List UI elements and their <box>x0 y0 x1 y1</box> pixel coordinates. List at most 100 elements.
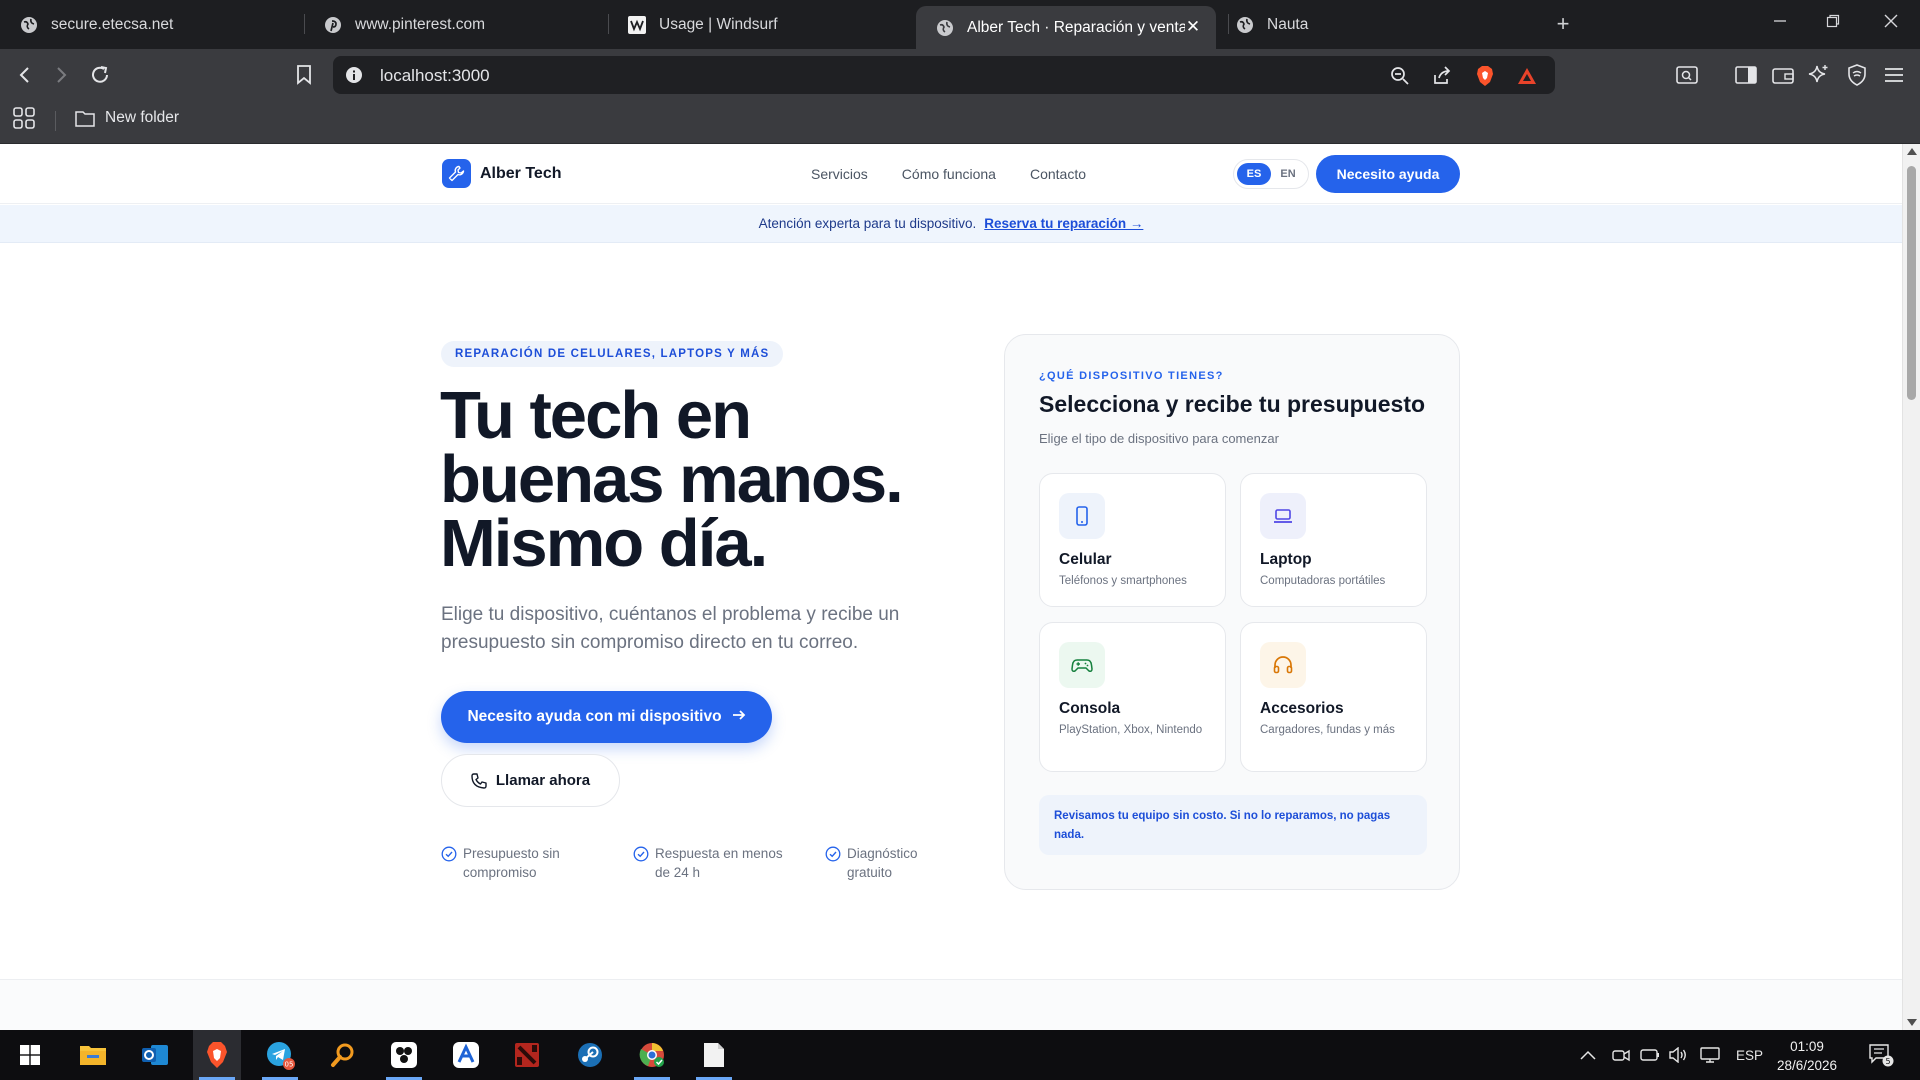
bookmarks-bar <box>0 101 1920 144</box>
restore-icon[interactable] <box>1821 12 1845 36</box>
battery-icon[interactable] <box>1640 1030 1660 1080</box>
site-info-icon[interactable] <box>345 66 363 84</box>
brave-icon[interactable] <box>193 1030 241 1080</box>
device-option-accesorios[interactable]: Accesorios Cargadores, fundas y más <box>1240 622 1427 772</box>
minimize-icon[interactable] <box>1768 12 1792 36</box>
device-description: Teléfonos y smartphones <box>1059 575 1187 587</box>
tab-secure-etecsa[interactable]: secure.etecsa.net <box>0 0 304 49</box>
perk-label: Respuesta en menos de 24 h <box>655 846 783 880</box>
network-icon[interactable] <box>1700 1030 1720 1080</box>
tab-pinterest[interactable]: www.pinterest.com <box>304 0 608 49</box>
meet-now-icon[interactable] <box>1612 1030 1630 1080</box>
lang-en-button[interactable]: EN <box>1271 163 1305 185</box>
apps-grid-icon[interactable] <box>13 107 35 134</box>
file-explorer-icon[interactable] <box>69 1030 117 1080</box>
steam-icon[interactable] <box>566 1030 614 1080</box>
search-app-icon[interactable] <box>319 1030 367 1080</box>
lang-es-button[interactable]: ES <box>1237 163 1271 185</box>
address-bar[interactable]: localhost:3000 <box>333 56 1555 94</box>
hero-title-line: Tu tech en <box>440 378 752 453</box>
notepad-icon[interactable] <box>690 1030 738 1080</box>
hero-title-line: Mismo día. <box>440 506 768 581</box>
site-header: Alber Tech Servicios Cómo funciona Conta… <box>0 144 1902 204</box>
page-scrollbar[interactable] <box>1902 144 1920 1030</box>
show-hidden-icons-icon[interactable] <box>1580 1030 1596 1080</box>
gamepad-icon <box>1059 642 1105 688</box>
menu-icon[interactable] <box>1881 62 1907 88</box>
page-viewport: Alber Tech Servicios Cómo funciona Conta… <box>0 144 1902 1030</box>
clock-date: 28/6/2026 <box>1776 1058 1838 1073</box>
zoom-icon[interactable] <box>1389 65 1411 87</box>
forward-icon[interactable] <box>48 62 74 88</box>
bookmark-separator <box>55 111 56 131</box>
outlook-icon[interactable] <box>131 1030 179 1080</box>
reload-icon[interactable] <box>87 62 113 88</box>
url-text[interactable]: localhost:3000 <box>380 66 490 86</box>
bookmark-icon[interactable] <box>291 62 317 88</box>
site-logo[interactable]: Alber Tech <box>442 159 562 188</box>
close-window-icon[interactable] <box>1879 12 1903 36</box>
system-clock[interactable]: 01:09 28/6/2026 <box>1770 1037 1844 1075</box>
arrow-right-icon <box>732 707 746 727</box>
hero-subtitle: Elige tu dispositivo, cuéntanos el probl… <box>441 604 900 653</box>
reader-mode-icon[interactable] <box>1674 62 1700 88</box>
book-repair-link[interactable]: Reserva tu reparación → <box>984 216 1143 231</box>
nav-link-como-funciona[interactable]: Cómo funciona <box>902 166 996 182</box>
scrollbar-thumb[interactable] <box>1907 166 1916 400</box>
phone-icon <box>1059 493 1105 539</box>
chrome-canary-icon[interactable] <box>628 1030 676 1080</box>
brave-shields-icon[interactable] <box>1474 65 1496 87</box>
call-now-label: Llamar ahora <box>495 772 591 789</box>
windows-start-icon[interactable] <box>6 1030 54 1080</box>
hero-title: Tu tech en buenas manos. Mismo día. <box>440 378 960 581</box>
vpn-icon[interactable] <box>1844 62 1870 88</box>
sidebar-icon[interactable] <box>1733 62 1759 88</box>
perk-item: Respuesta en menos de 24 h <box>633 844 793 882</box>
back-icon[interactable] <box>12 62 38 88</box>
phone-call-icon <box>471 772 487 789</box>
next-section <box>0 980 1902 1030</box>
call-now-button[interactable]: Llamar ahora <box>441 754 620 807</box>
notification-count: 5 <box>1885 1057 1890 1066</box>
nav-link-contacto[interactable]: Contacto <box>1030 166 1086 182</box>
device-option-laptop[interactable]: Laptop Computadoras portátiles <box>1240 473 1427 607</box>
tab-label: secure.etecsa.net <box>51 15 174 33</box>
bookmark-folder-label: New folder <box>105 109 180 126</box>
device-option-celular[interactable]: Celular Teléfonos y smartphones <box>1039 473 1226 607</box>
new-tab-button[interactable]: + <box>1551 12 1575 36</box>
device-option-consola[interactable]: Consola PlayStation, Xbox, Nintendo <box>1039 622 1226 772</box>
help-device-button[interactable]: Necesito ayuda con mi dispositivo <box>441 691 772 743</box>
nav-link-servicios[interactable]: Servicios <box>811 166 868 182</box>
hero-title-line: buenas manos. <box>440 442 904 517</box>
tab-nauta[interactable]: Nauta <box>1216 0 1520 49</box>
brave-rewards-icon[interactable] <box>1516 65 1538 87</box>
laptop-icon <box>1260 493 1306 539</box>
card-title: Selecciona y recibe tu presupuesto <box>1039 391 1426 417</box>
wallet-icon[interactable] <box>1770 62 1796 88</box>
tab-separator <box>304 14 305 34</box>
davinci-icon[interactable] <box>380 1030 428 1080</box>
bookmark-folder[interactable]: New folder <box>75 109 179 127</box>
device-name: Laptop <box>1260 551 1312 568</box>
tab-windsurf[interactable]: Usage | Windsurf <box>608 0 912 49</box>
leo-ai-icon[interactable] <box>1806 62 1832 88</box>
share-icon[interactable] <box>1431 65 1453 87</box>
globe-icon <box>20 16 38 34</box>
arc-icon[interactable] <box>442 1030 490 1080</box>
scroll-down-arrow-icon[interactable] <box>1907 1019 1917 1026</box>
check-circle-icon <box>825 846 841 862</box>
close-tab-icon[interactable]: ✕ <box>1184 18 1202 36</box>
announcement-bar: Atención experta para tu dispositivo. Re… <box>0 205 1902 243</box>
need-help-button[interactable]: Necesito ayuda <box>1316 155 1460 193</box>
volume-icon[interactable] <box>1668 1030 1688 1080</box>
windows-taskbar: 05 ESP 01:09 28/6/2026 5 <box>0 1030 1920 1080</box>
pinterest-icon <box>324 16 342 34</box>
device-name: Celular <box>1059 551 1112 568</box>
telegram-icon[interactable]: 05 <box>256 1030 304 1080</box>
tab-alber-tech[interactable]: Alber Tech · Reparación y venta d ✕ <box>916 6 1216 49</box>
dota-icon[interactable] <box>503 1030 551 1080</box>
notifications-icon[interactable]: 5 <box>1868 1030 1894 1080</box>
tab-label: Alber Tech · Reparación y venta d <box>967 18 1185 36</box>
input-language[interactable]: ESP <box>1736 1030 1763 1080</box>
scroll-up-arrow-icon[interactable] <box>1907 148 1917 155</box>
